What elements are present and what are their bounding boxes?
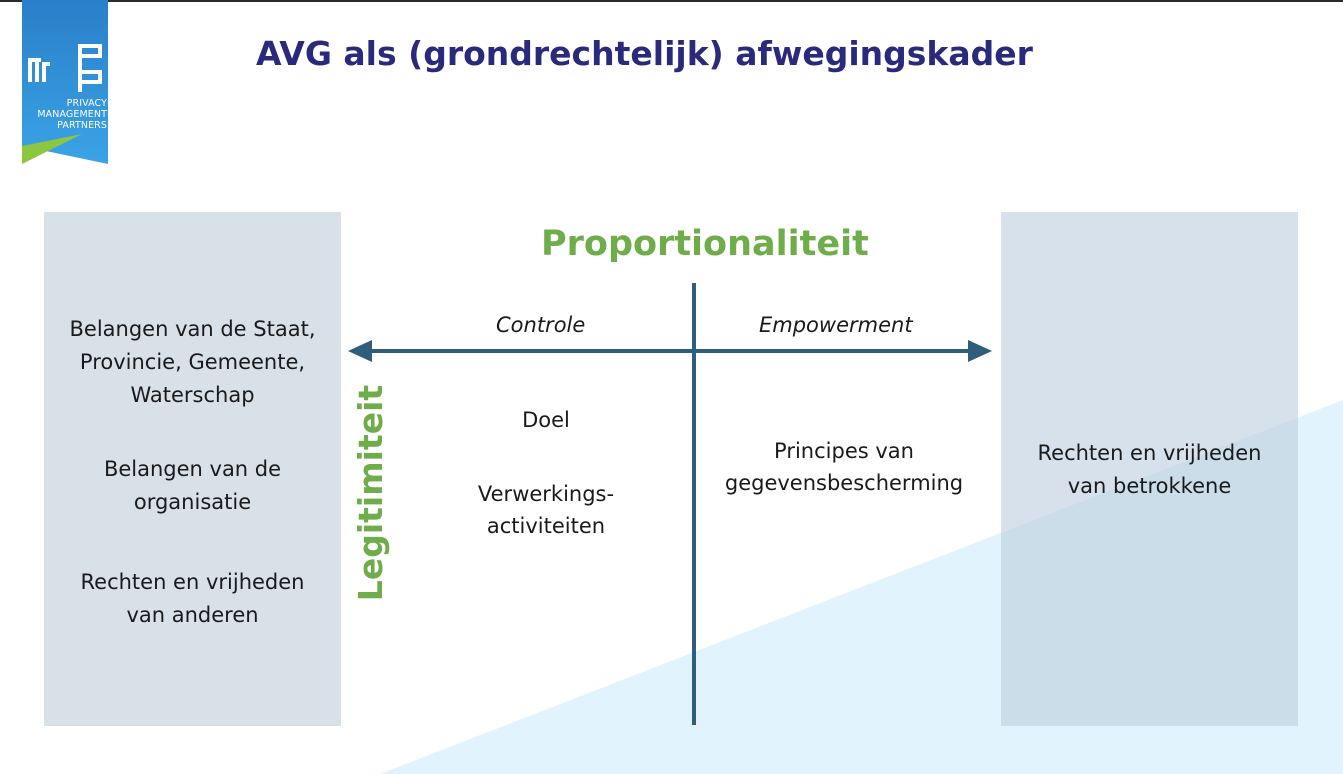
axis-arrow-left — [348, 340, 372, 362]
legitimacy-label: Legitimiteit — [351, 384, 390, 602]
axis-label-control: Controle — [496, 313, 586, 337]
quadrant-item-data-protection-principles: Principes van gegevensbescherming — [724, 439, 964, 495]
quadrant-item-purpose: Doel — [522, 408, 570, 432]
axis-diagram — [348, 283, 992, 725]
quadrant-item-processing-activities: Verwerkings- activiteiten — [477, 482, 615, 538]
axis-label-empowerment: Empowerment — [759, 313, 913, 337]
proportionality-label: Proportionaliteit — [541, 224, 869, 264]
axis-arrow-right — [968, 340, 992, 362]
